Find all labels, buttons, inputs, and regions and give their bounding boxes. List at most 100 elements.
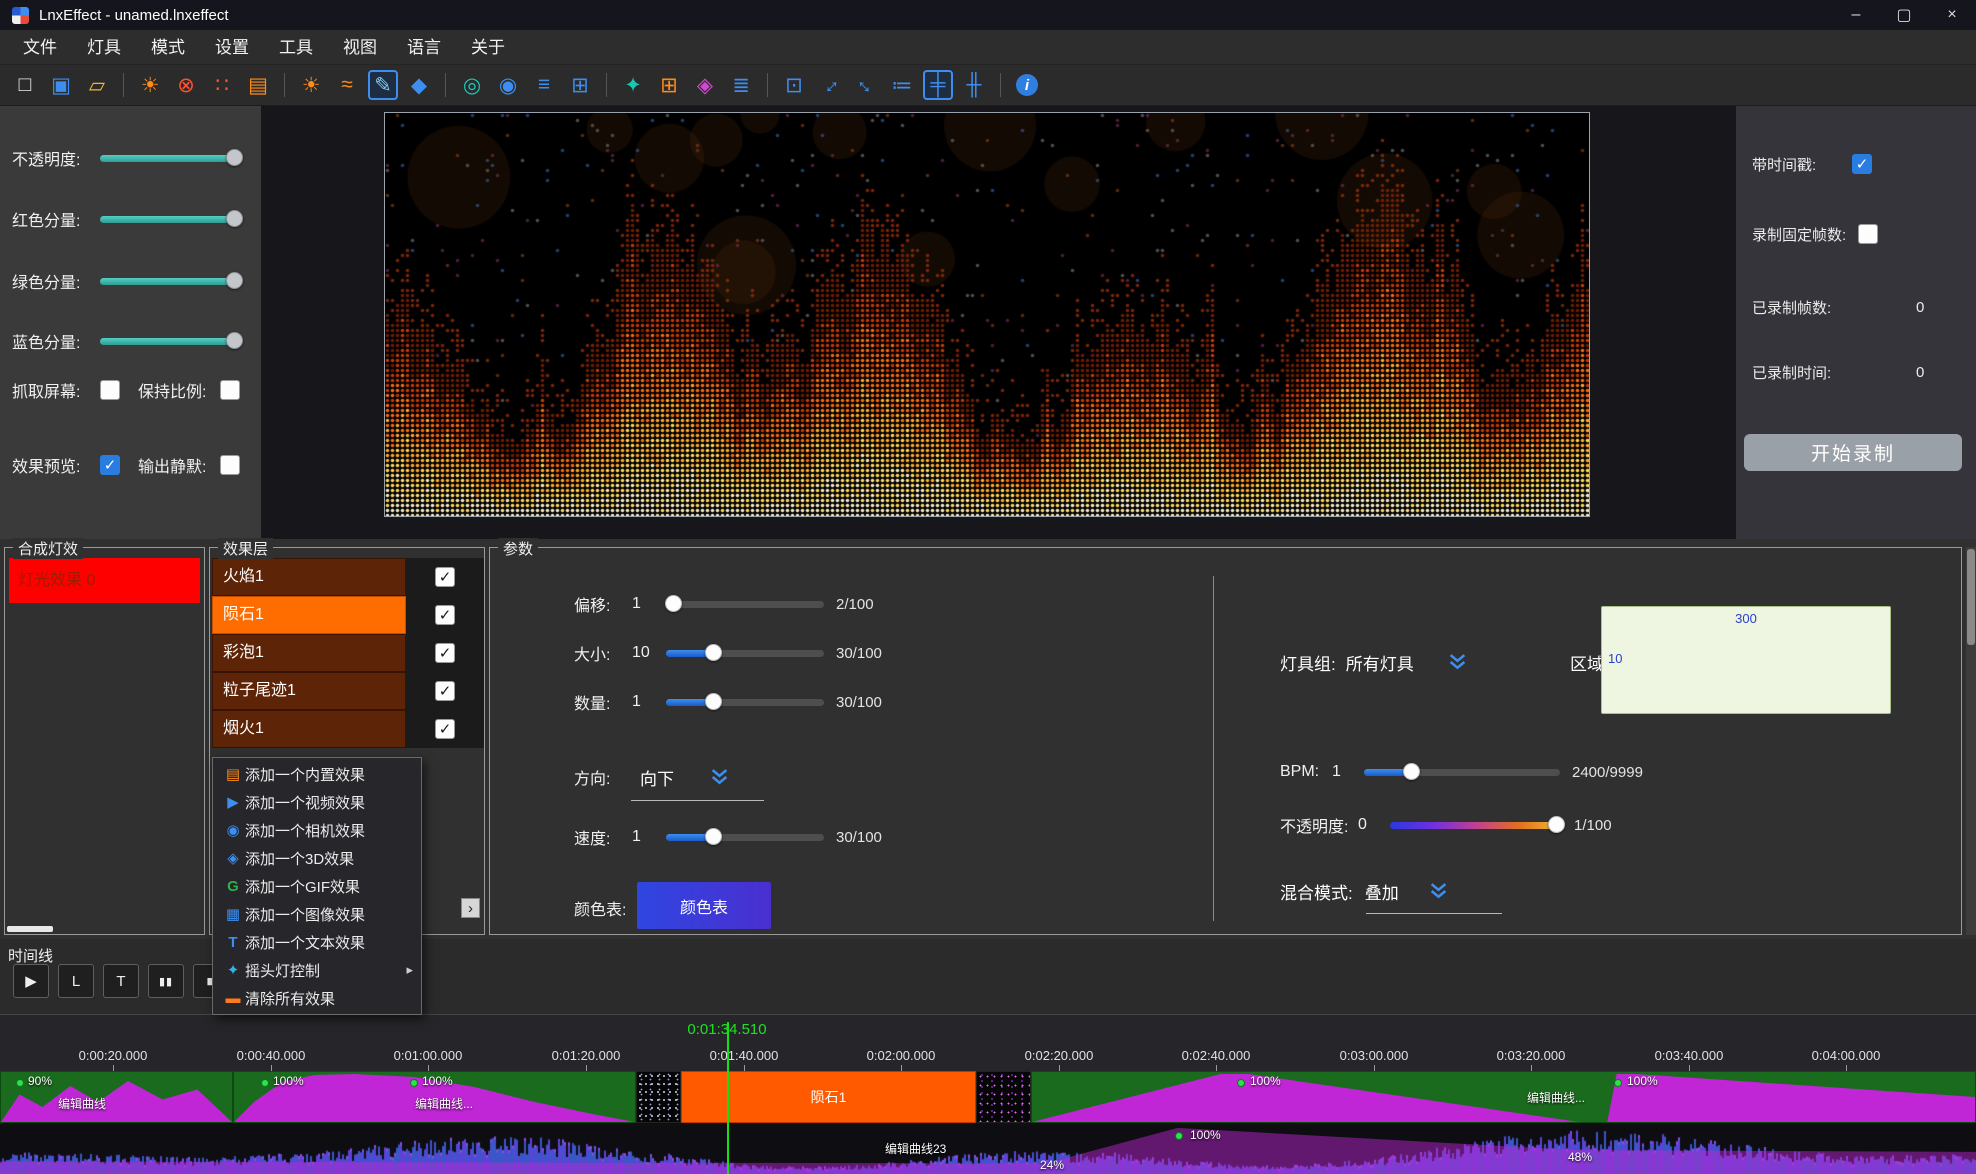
layer-particle-checkbox[interactable]: ✓ — [435, 681, 455, 701]
size-slider-handle[interactable] — [705, 644, 722, 661]
colormap-button[interactable]: 颜色表 — [637, 882, 771, 929]
draw-pencil-icon[interactable]: ✎ — [368, 70, 398, 100]
menu-fixtures[interactable]: 灯具 — [72, 30, 136, 65]
fixed-frames-checkbox[interactable] — [1858, 224, 1878, 244]
color-diamond-icon[interactable]: ◈ — [690, 70, 720, 100]
layer-opacity-slider[interactable] — [1390, 822, 1562, 829]
area-preview-box[interactable]: 300 10 — [1601, 606, 1891, 714]
clip-curve-3[interactable] — [1031, 1071, 1976, 1123]
count-slider-handle[interactable] — [705, 693, 722, 710]
fixture-group-value[interactable]: 所有灯具 — [1346, 650, 1414, 675]
bpm-slider[interactable] — [1364, 769, 1560, 776]
chevron-down-icon[interactable] — [1448, 654, 1467, 670]
speed-param-slider[interactable] — [666, 834, 824, 841]
open-folder-icon[interactable]: ▱ — [82, 70, 112, 100]
fit-frame-icon[interactable]: ⊡ — [779, 70, 809, 100]
speed-slider-handle[interactable] — [705, 828, 722, 845]
opacity-slider-handle[interactable] — [226, 149, 243, 166]
new-file-icon[interactable]: □ — [10, 70, 40, 100]
blue-slider-handle[interactable] — [226, 332, 243, 349]
menu-about[interactable]: 关于 — [456, 30, 520, 65]
playhead[interactable] — [727, 1022, 729, 1174]
menu-add-builtin-effect[interactable]: ▤添加一个内置效果 — [213, 760, 421, 788]
direction-value[interactable]: 向下 — [640, 765, 674, 790]
opacity-slider[interactable] — [100, 155, 241, 162]
delete-effect-icon[interactable]: ⊗ — [171, 70, 201, 100]
moving-head-icon[interactable]: ✦ — [618, 70, 648, 100]
layer-row-bubble[interactable]: 彩泡1 ✓ — [212, 634, 484, 672]
spray-icon[interactable]: ≈ — [332, 70, 362, 100]
effect-list-icon[interactable]: ▤ — [243, 70, 273, 100]
menu-add-gif-effect[interactable]: G添加一个GIF效果 — [213, 872, 421, 900]
sliders-horizontal-icon[interactable]: ╪ — [923, 70, 953, 100]
ink-fill-icon[interactable]: ◆ — [404, 70, 434, 100]
size-param-slider[interactable] — [666, 650, 824, 657]
playlist-icon[interactable]: ≔ — [887, 70, 917, 100]
menu-tools[interactable]: 工具 — [264, 30, 328, 65]
params-vscrollbar[interactable] — [1966, 547, 1976, 935]
menu-moving-head-control[interactable]: ✦摇头灯控制▸ — [213, 956, 421, 984]
offset-param-slider[interactable] — [666, 601, 824, 608]
layer-row-fire[interactable]: 火焰1 ✓ — [212, 558, 484, 596]
sort-lines-icon[interactable]: ≡ — [529, 70, 559, 100]
record-target-icon[interactable]: ◎ — [457, 70, 487, 100]
layer-row-meteor[interactable]: 陨石1 ✓ — [212, 596, 484, 634]
menu-language[interactable]: 语言 — [392, 30, 456, 65]
clip-firework-thumb[interactable] — [976, 1071, 1031, 1123]
blue-component-slider[interactable] — [100, 338, 241, 345]
blend-mode-value[interactable]: 叠加 — [1365, 879, 1399, 904]
blend-mode-combo[interactable]: 混合模式: 叠加 — [1280, 879, 1448, 903]
preview-eye-icon[interactable]: ◉ — [493, 70, 523, 100]
play-button[interactable]: ▶ — [13, 964, 49, 998]
green-slider-handle[interactable] — [226, 272, 243, 289]
chevron-down-icon[interactable] — [710, 769, 729, 785]
channel-mix-icon[interactable]: ≣ — [726, 70, 756, 100]
brightness-icon[interactable]: ☀ — [296, 70, 326, 100]
led-dots-icon[interactable]: ∷ — [207, 70, 237, 100]
lamp-effect-icon[interactable]: ☀ — [135, 70, 165, 100]
clip-video-thumb[interactable] — [636, 1071, 681, 1123]
save-icon[interactable]: ▣ — [46, 70, 76, 100]
clip-meteor[interactable]: 陨石1 — [681, 1071, 976, 1123]
layer-opacity-slider-handle[interactable] — [1548, 816, 1565, 833]
layers-scroll-right-button[interactable]: › — [461, 898, 480, 918]
timeline-ruler[interactable]: 0:01:34.510 0:00:20.000 0:00:40.000 0:01… — [0, 1015, 1976, 1071]
maximize-button[interactable]: ▢ — [1880, 0, 1928, 30]
chevron-down-icon[interactable] — [1429, 883, 1448, 899]
minimize-button[interactable]: – — [1832, 0, 1880, 30]
compose-hscrollbar[interactable] — [7, 926, 53, 932]
menu-add-image-effect[interactable]: ▦添加一个图像效果 — [213, 900, 421, 928]
pause-button[interactable]: ▮▮ — [148, 964, 184, 998]
sliders-vertical-icon[interactable]: ╫ — [959, 70, 989, 100]
time-marker-button[interactable]: T — [103, 964, 139, 998]
effect-preview-checkbox[interactable]: ✓ — [100, 455, 120, 475]
timestamp-checkbox[interactable]: ✓ — [1852, 154, 1872, 174]
info-icon[interactable]: i — [1012, 70, 1042, 100]
grid-layout-icon[interactable]: ⊞ — [565, 70, 595, 100]
params-vscrollbar-thumb[interactable] — [1967, 549, 1975, 645]
light-effect-item[interactable]: 灯光效果 0 — [9, 558, 200, 603]
layer-row-particle-trail[interactable]: 粒子尾迹1 ✓ — [212, 672, 484, 710]
layer-bubble-checkbox[interactable]: ✓ — [435, 643, 455, 663]
menu-add-3d-effect[interactable]: ◈添加一个3D效果 — [213, 844, 421, 872]
loop-button[interactable]: L — [58, 964, 94, 998]
bpm-slider-handle[interactable] — [1403, 763, 1420, 780]
menu-mode[interactable]: 模式 — [136, 30, 200, 65]
layer-fire-checkbox[interactable]: ✓ — [435, 567, 455, 587]
direction-combo[interactable]: 方向: 向下 — [574, 765, 729, 789]
close-button[interactable]: × — [1928, 0, 1976, 30]
fixture-group-combo[interactable]: 灯具组: 所有灯具 — [1280, 650, 1467, 674]
rgb-matrix-icon[interactable]: ⊞ — [654, 70, 684, 100]
expand-diagonal-icon[interactable]: ↔ — [809, 64, 851, 106]
offset-slider-handle[interactable] — [665, 595, 682, 612]
green-component-slider[interactable] — [100, 278, 241, 285]
layer-meteor-checkbox[interactable]: ✓ — [435, 605, 455, 625]
fullscreen-icon[interactable]: ↔ — [845, 64, 887, 106]
red-slider-handle[interactable] — [226, 210, 243, 227]
menu-add-text-effect[interactable]: T添加一个文本效果 — [213, 928, 421, 956]
layer-firework-checkbox[interactable]: ✓ — [435, 719, 455, 739]
red-component-slider[interactable] — [100, 216, 241, 223]
output-silent-checkbox[interactable] — [220, 455, 240, 475]
menu-clear-all-effects[interactable]: ▬清除所有效果 — [213, 984, 421, 1012]
keep-ratio-checkbox[interactable] — [220, 380, 240, 400]
